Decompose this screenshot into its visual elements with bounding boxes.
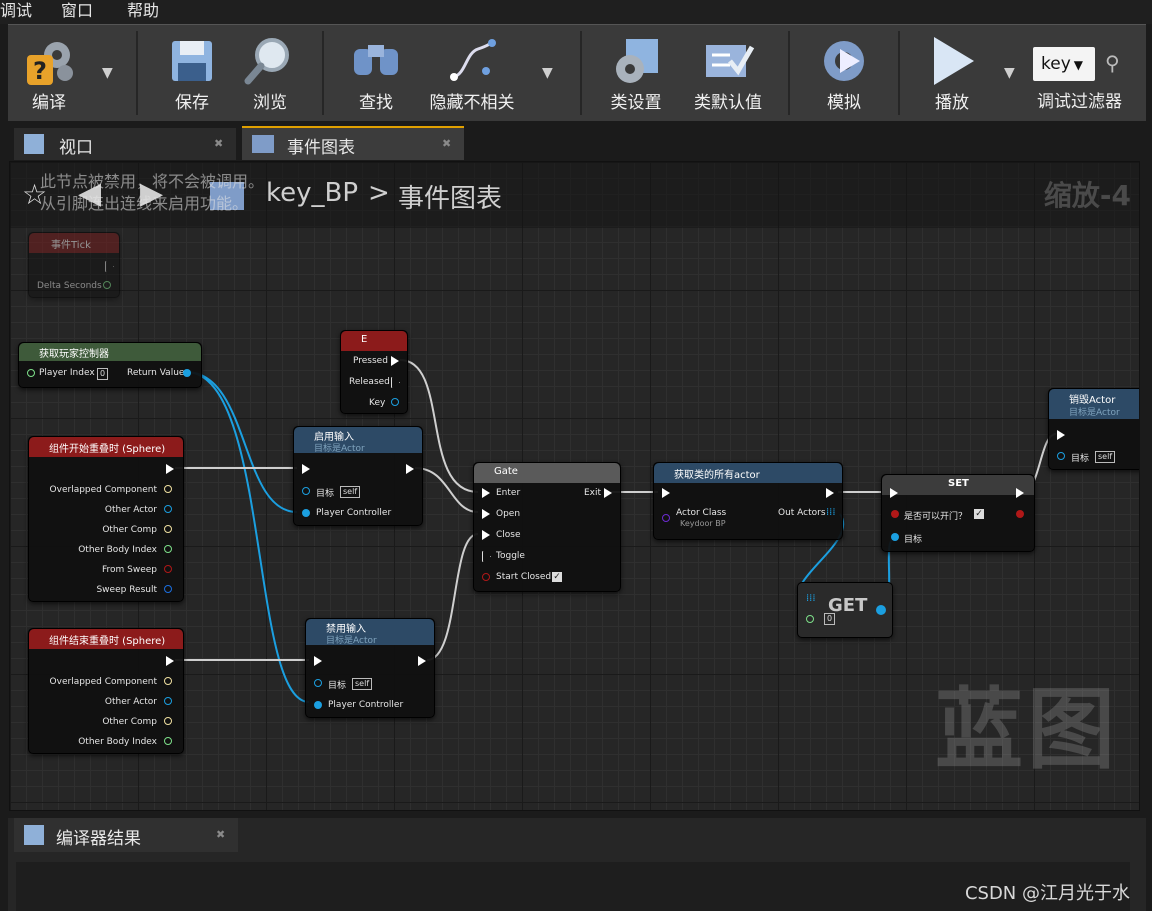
- close-icon[interactable]: ✖: [442, 137, 451, 150]
- close-icon[interactable]: ✖: [214, 137, 223, 150]
- breadcrumb-blueprint[interactable]: key_BP: [266, 178, 358, 208]
- hide-dropdown-icon[interactable]: ▼: [542, 65, 553, 81]
- menu-window[interactable]: 窗口: [61, 0, 93, 22]
- tab-compiler-results[interactable]: 编译器结果 ✖: [14, 818, 238, 852]
- gate-node[interactable]: Gate Enter Exit Open Close Toggle Start …: [473, 462, 621, 592]
- class-defaults-checklist-icon: [706, 45, 755, 77]
- disable-input-node[interactable]: 禁用输入 目标是Actor 目标 self Player Controller: [305, 618, 435, 718]
- hide-unrelated-button[interactable]: 隐藏不相关: [422, 25, 522, 119]
- array-get-node[interactable]: GET ⁞⁞⁞ 0: [797, 582, 893, 638]
- separator: [580, 31, 582, 115]
- breadcrumb: ☆ ◀ ▶ key_BP > 事件图表 缩放-4 此节点被禁用，将不会被调用。 …: [10, 162, 1139, 228]
- class-settings-gear-icon: [616, 39, 658, 83]
- can-open-door-checkbox[interactable]: ✓: [974, 509, 984, 519]
- event-tick-node[interactable]: 事件Tick Delta Seconds: [28, 232, 120, 298]
- debug-filter-select[interactable]: key ▼: [1033, 47, 1095, 81]
- key-e-event-node[interactable]: E Pressed Released Key: [340, 330, 408, 414]
- end-overlap-event-node[interactable]: 组件结束重叠时 (Sphere) Overlapped Component Ot…: [28, 628, 184, 754]
- begin-overlap-event-node[interactable]: 组件开始重叠时 (Sphere) Overlapped Component Ot…: [28, 436, 184, 602]
- hide-unrelated-icon: [450, 39, 496, 81]
- toolbar: ? 编译 ▼ 保存 浏览 查找 隐藏不相关 ▼ 类设置 类默认值 模拟 播放 ▼…: [8, 24, 1146, 121]
- debug-filter-label: 调试过滤器: [1037, 92, 1122, 112]
- compile-button[interactable]: ? 编译: [10, 25, 88, 119]
- tab-event-graph[interactable]: 事件图表 ✖: [242, 126, 464, 160]
- save-button[interactable]: 保存: [154, 25, 230, 119]
- event-graph-canvas[interactable]: ☆ ◀ ▶ key_BP > 事件图表 缩放-4 此节点被禁用，将不会被调用。 …: [9, 161, 1140, 811]
- menu-help[interactable]: 帮助: [127, 0, 159, 22]
- viewport-icon: [24, 134, 44, 154]
- play-button[interactable]: 播放: [914, 25, 990, 119]
- credit-text: CSDN @江月光于水: [964, 883, 1130, 904]
- play-dropdown-icon[interactable]: ▼: [1004, 65, 1015, 81]
- tab-viewport[interactable]: 视口 ✖: [14, 128, 236, 160]
- separator: [898, 31, 900, 115]
- search-icon[interactable]: ⚲: [1105, 51, 1120, 75]
- start-closed-checkbox[interactable]: ✓: [552, 572, 562, 582]
- compiler-results-panel: 编译器结果 ✖ CSDN @江月光于水: [8, 818, 1146, 911]
- set-variable-node[interactable]: SET 是否可以开门？ ✓ 目标: [881, 474, 1035, 552]
- binoculars-icon: [354, 45, 398, 75]
- svg-text:?: ?: [33, 57, 47, 85]
- separator: [788, 31, 790, 115]
- simulate-gear-play-icon: [824, 41, 864, 81]
- compile-question-gear-icon: ?: [27, 42, 73, 85]
- array-grid-icon: ⁞⁞⁞: [806, 593, 816, 604]
- compiler-results-output: [16, 862, 1130, 911]
- class-settings-button[interactable]: 类设置: [598, 25, 674, 119]
- zoom-level: 缩放-4: [1043, 179, 1131, 212]
- disabled-note-line2: 从引脚连出连线来启用功能。: [40, 194, 249, 213]
- magnifier-icon: [244, 38, 289, 85]
- compiler-results-icon: [24, 825, 44, 845]
- separator: [136, 31, 138, 115]
- breadcrumb-graph: 事件图表: [398, 184, 503, 214]
- menu-bar: 调试 窗口 帮助: [0, 0, 1152, 24]
- chevron-right-icon: >: [368, 178, 390, 208]
- close-icon[interactable]: ✖: [216, 828, 225, 841]
- menu-debug[interactable]: 调试: [0, 0, 32, 22]
- class-defaults-button[interactable]: 类默认值: [686, 25, 770, 119]
- play-icon: [934, 37, 974, 85]
- event-graph-icon: [252, 135, 274, 153]
- enable-input-node[interactable]: 启用输入 目标是Actor 目标 self Player Controller: [293, 426, 423, 526]
- actor-class-select[interactable]: Keydoor BP: [680, 519, 726, 528]
- get-player-controller-node[interactable]: 获取玩家控制器 Player Index 0 Return Value: [18, 342, 202, 388]
- compile-dropdown-icon[interactable]: ▼: [102, 65, 113, 81]
- chevron-down-icon: ▼: [1073, 58, 1083, 72]
- save-disk-icon: [172, 41, 212, 81]
- array-grid-icon: ⁞⁞⁞: [826, 507, 836, 518]
- find-button[interactable]: 查找: [338, 25, 414, 119]
- disabled-note-line1: 此节点被禁用，将不会被调用。: [40, 172, 265, 191]
- get-all-actors-of-class-node[interactable]: 获取类的所有actor Actor Class Keydoor BP Out A…: [653, 462, 843, 540]
- blueprint-watermark: 蓝图: [934, 678, 1119, 781]
- browse-button[interactable]: 浏览: [232, 25, 308, 119]
- destroy-actor-node[interactable]: 销毁Actor 目标是Actor 目标 self: [1048, 388, 1139, 470]
- simulate-button[interactable]: 模拟: [806, 25, 882, 119]
- separator: [322, 31, 324, 115]
